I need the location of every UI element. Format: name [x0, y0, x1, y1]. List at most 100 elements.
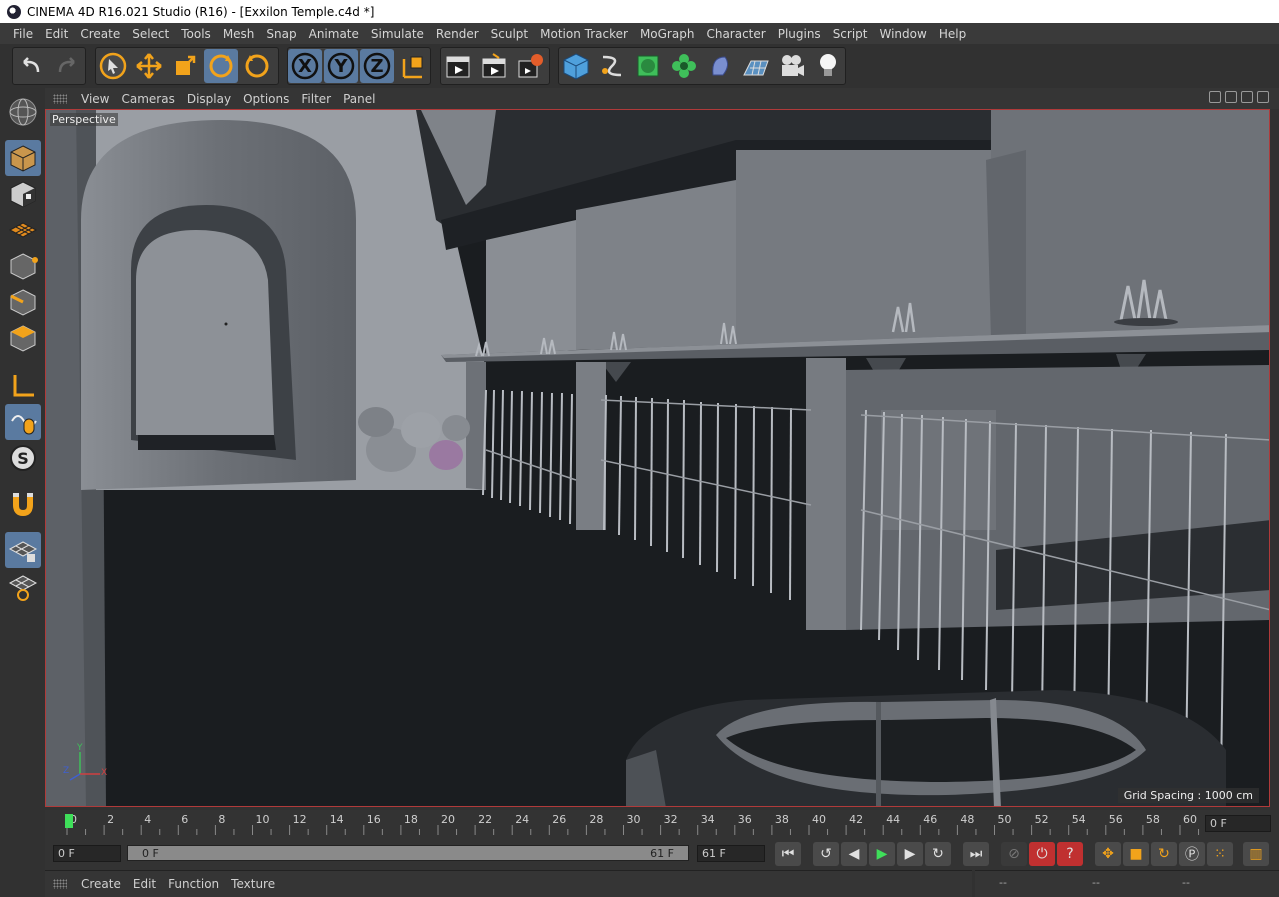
render-picture-viewer-button[interactable] — [477, 49, 511, 83]
viewport-menu-panel[interactable]: Panel — [337, 92, 381, 106]
menu-create[interactable]: Create — [74, 27, 126, 41]
workplane-mode-button[interactable] — [5, 212, 41, 248]
axis-mode-button[interactable] — [5, 368, 41, 404]
current-frame-field[interactable]: 0 F — [1205, 815, 1271, 832]
rotate-button[interactable] — [204, 49, 238, 83]
add-cloner-button[interactable] — [667, 49, 701, 83]
start-frame-field[interactable]: 0 F — [53, 845, 121, 862]
planar-workplane-button[interactable] — [5, 568, 41, 604]
maximize-view-icon[interactable] — [1257, 91, 1269, 103]
frame-ruler[interactable]: 0 2 4 6 8 10 12 14 16 18 20 22 24 26 28 30 32 34 36 38 40 42 4… — [55, 812, 1205, 836]
menu-motion-tracker[interactable]: Motion Tracker — [534, 27, 634, 41]
make-editable-button[interactable] — [5, 94, 41, 130]
skip-start-icon: ⏮ — [781, 846, 795, 862]
material-menu-function[interactable]: Function — [162, 877, 225, 891]
playhead-marker[interactable] — [65, 814, 73, 828]
points-mode-button[interactable] — [5, 248, 41, 284]
panel-grip-icon[interactable] — [53, 93, 67, 104]
z-axis-lock-button[interactable]: Z — [360, 49, 394, 83]
perspective-viewport[interactable]: Perspective Grid Spacing : 1000 cm Y X Z — [45, 109, 1270, 807]
recent-tools-button[interactable] — [240, 49, 274, 83]
texture-mode-button[interactable] — [5, 176, 41, 212]
coordinate-system-button[interactable] — [396, 49, 430, 83]
snap-solo-button[interactable]: S — [5, 440, 41, 476]
record-parameter-button[interactable]: Ⓟ — [1179, 842, 1205, 866]
viewport-menu-cameras[interactable]: Cameras — [115, 92, 180, 106]
menu-tools[interactable]: Tools — [175, 27, 217, 41]
play-forwards-button[interactable]: ▶ — [869, 842, 895, 866]
model-cube-icon — [10, 145, 36, 172]
menu-edit[interactable]: Edit — [39, 27, 74, 41]
go-to-start-button[interactable]: ⏮ — [775, 842, 801, 866]
record-scale-button[interactable]: ■ — [1123, 842, 1149, 866]
menu-plugins[interactable]: Plugins — [772, 27, 827, 41]
add-deformer-button[interactable] — [703, 49, 737, 83]
menu-script[interactable]: Script — [827, 27, 874, 41]
move-button[interactable] — [132, 49, 166, 83]
end-frame-field[interactable]: 61 F — [697, 845, 765, 862]
redo-button[interactable] — [50, 49, 84, 83]
panel-grip-icon[interactable] — [53, 879, 67, 889]
go-to-end-button[interactable]: ⏭ — [963, 842, 989, 866]
scale-button[interactable] — [168, 49, 202, 83]
go-to-previous-key-button[interactable]: ↺ — [813, 842, 839, 866]
polygons-mode-button[interactable] — [5, 320, 41, 356]
record-active-objects-button[interactable]: ⊘ — [1001, 842, 1027, 866]
menu-file[interactable]: File — [0, 27, 39, 41]
render-view-button[interactable] — [441, 49, 475, 83]
tweak-mode-button[interactable] — [5, 404, 41, 440]
viewport-menu-filter[interactable]: Filter — [295, 92, 337, 106]
go-to-next-frame-button[interactable]: ▶ — [897, 842, 923, 866]
keyframe-selection-button[interactable]: ? — [1057, 842, 1083, 866]
menu-mograph[interactable]: MoGraph — [634, 27, 701, 41]
record-point-level-button[interactable]: ⁙ — [1207, 842, 1233, 866]
add-light-button[interactable] — [811, 49, 845, 83]
add-cube-button[interactable] — [559, 49, 593, 83]
orbit-view-icon[interactable] — [1241, 91, 1253, 103]
rotation-key-icon: ↻ — [1158, 846, 1170, 862]
go-to-previous-frame-button[interactable]: ◀ — [841, 842, 867, 866]
add-floor-button[interactable] — [739, 49, 773, 83]
autokeying-button[interactable]: ⏻ — [1029, 842, 1055, 866]
dolly-view-icon[interactable] — [1225, 91, 1237, 103]
material-menu-edit[interactable]: Edit — [127, 877, 162, 891]
viewport-camera-label[interactable]: Perspective — [50, 113, 118, 126]
snap-toggle-button[interactable] — [5, 486, 41, 522]
add-subdivision-surface-button[interactable] — [631, 49, 665, 83]
menu-window[interactable]: Window — [874, 27, 933, 41]
model-mode-button[interactable] — [5, 140, 41, 176]
menu-select[interactable]: Select — [126, 27, 175, 41]
timeline-window-button[interactable]: ▥ — [1243, 842, 1269, 866]
add-spline-button[interactable] — [595, 49, 629, 83]
edges-mode-button[interactable] — [5, 284, 41, 320]
viewport-menu-options[interactable]: Options — [237, 92, 295, 106]
menu-animate[interactable]: Animate — [303, 27, 365, 41]
preview-range-slider[interactable]: 0 F 61 F — [127, 845, 689, 861]
y-axis-lock-button[interactable]: Y — [324, 49, 358, 83]
menu-mesh[interactable]: Mesh — [217, 27, 261, 41]
timeline-ruler[interactable]: 0 2 4 6 8 10 12 14 16 18 20 22 24 26 28 30 32 34 36 38 40 42 4… — [45, 810, 1279, 838]
viewport-menu-view[interactable]: View — [75, 92, 115, 106]
render-settings-button[interactable] — [513, 49, 547, 83]
record-position-button[interactable]: ✥ — [1095, 842, 1121, 866]
record-rotation-button[interactable]: ↻ — [1151, 842, 1177, 866]
workplane-lock-button[interactable] — [5, 532, 41, 568]
menu-help[interactable]: Help — [933, 27, 972, 41]
menu-snap[interactable]: Snap — [260, 27, 302, 41]
menu-character[interactable]: Character — [700, 27, 771, 41]
material-menu-create[interactable]: Create — [75, 877, 127, 891]
wireframe-sphere-icon — [9, 98, 37, 126]
menu-simulate[interactable]: Simulate — [365, 27, 430, 41]
menu-render[interactable]: Render — [430, 27, 485, 41]
pan-view-icon[interactable] — [1209, 91, 1221, 103]
x-axis-lock-button[interactable]: X — [288, 49, 322, 83]
menu-sculpt[interactable]: Sculpt — [485, 27, 534, 41]
material-menu-texture[interactable]: Texture — [225, 877, 281, 891]
move-key-icon: ✥ — [1102, 846, 1114, 862]
add-camera-button[interactable] — [775, 49, 809, 83]
live-selection-button[interactable] — [96, 49, 130, 83]
scale-key-icon: ■ — [1129, 846, 1143, 862]
undo-button[interactable] — [14, 49, 48, 83]
go-to-next-key-button[interactable]: ↻ — [925, 842, 951, 866]
viewport-menu-display[interactable]: Display — [181, 92, 237, 106]
